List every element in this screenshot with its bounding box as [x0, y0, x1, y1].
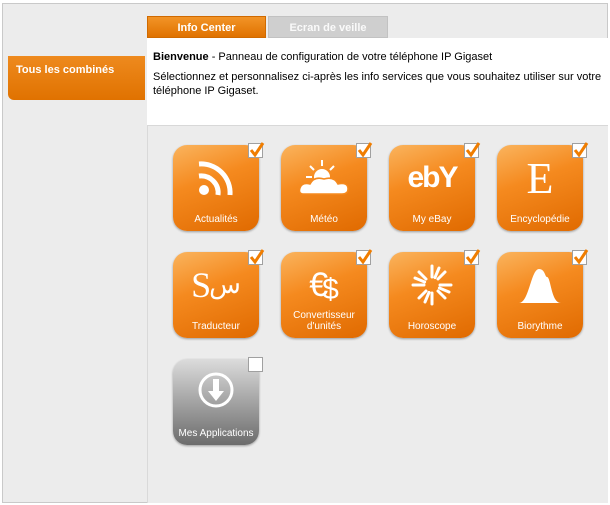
- welcome-line: Bienvenue - Panneau de configuration de …: [153, 50, 608, 64]
- welcome-panel: Bienvenue - Panneau de configuration de …: [147, 38, 608, 126]
- tab-screensaver[interactable]: Ecran de veille: [268, 16, 388, 38]
- tile-my-applications[interactable]: Mes Applications: [173, 357, 263, 445]
- ebay-logo-text: ebY: [407, 161, 458, 194]
- instruction-text: Sélectionnez et personnalisez ci-après l…: [153, 71, 602, 97]
- tile-label: Traducteur: [192, 321, 240, 332]
- tab-info-center[interactable]: Info Center: [147, 16, 266, 38]
- download-icon: [173, 365, 259, 415]
- tile-label: Mes Applications: [178, 428, 254, 439]
- tile-label: Encyclopédie: [510, 214, 570, 225]
- translator-icon: S س: [173, 260, 259, 310]
- tile-news[interactable]: Actualités: [173, 142, 265, 231]
- welcome-title: Bienvenue: [153, 51, 209, 63]
- horoscope-icon: [389, 260, 475, 310]
- currency-icon: € $: [281, 260, 367, 310]
- biorhythm-checkbox[interactable]: [572, 249, 589, 265]
- biorhythm-icon: [497, 260, 583, 310]
- weather-icon: [281, 153, 367, 203]
- tile-label: Convertisseur d'unités: [293, 310, 355, 332]
- tile-label: Actualités: [194, 214, 238, 225]
- tile-label: My eBay: [412, 214, 452, 225]
- currency-glyph-dollar: $: [322, 273, 339, 306]
- translator-glyph-latin: S: [191, 265, 212, 305]
- tile-encyclopedia[interactable]: E Encyclopédie: [497, 142, 589, 231]
- tile-horoscope[interactable]: Horoscope: [389, 249, 481, 338]
- applications-checkbox[interactable]: [248, 357, 263, 372]
- translator-glyph-arabic: س: [209, 270, 241, 300]
- tile-label: Météo: [310, 214, 338, 225]
- services-panel: Actualités Météo ebY My eBay E Encyclopé…: [147, 126, 608, 503]
- ebay-logo: ebY: [389, 153, 475, 203]
- ebay-checkbox[interactable]: [464, 142, 481, 158]
- encyclopedia-icon: E: [497, 153, 583, 203]
- encyclopedia-checkbox[interactable]: [572, 142, 589, 158]
- tile-biorhythm[interactable]: Biorythme: [497, 249, 589, 338]
- tile-my-ebay[interactable]: ebY My eBay: [389, 142, 481, 231]
- tile-label: Horoscope: [407, 321, 457, 332]
- sidebar-item-all-handsets[interactable]: Tous les combinés: [8, 56, 145, 100]
- news-checkbox[interactable]: [248, 142, 265, 158]
- rss-icon: [173, 153, 259, 203]
- tile-label: Biorythme: [517, 321, 563, 332]
- tile-unit-converter[interactable]: € $ Convertisseur d'unités: [281, 249, 373, 338]
- converter-checkbox[interactable]: [356, 249, 373, 265]
- weather-checkbox[interactable]: [356, 142, 373, 158]
- tile-translator[interactable]: S س Traducteur: [173, 249, 265, 338]
- translator-checkbox[interactable]: [248, 249, 265, 265]
- welcome-text: - Panneau de configuration de votre télé…: [208, 51, 493, 63]
- encyclopedia-glyph: E: [526, 153, 554, 203]
- tile-weather[interactable]: Météo: [281, 142, 373, 231]
- horoscope-checkbox[interactable]: [464, 249, 481, 265]
